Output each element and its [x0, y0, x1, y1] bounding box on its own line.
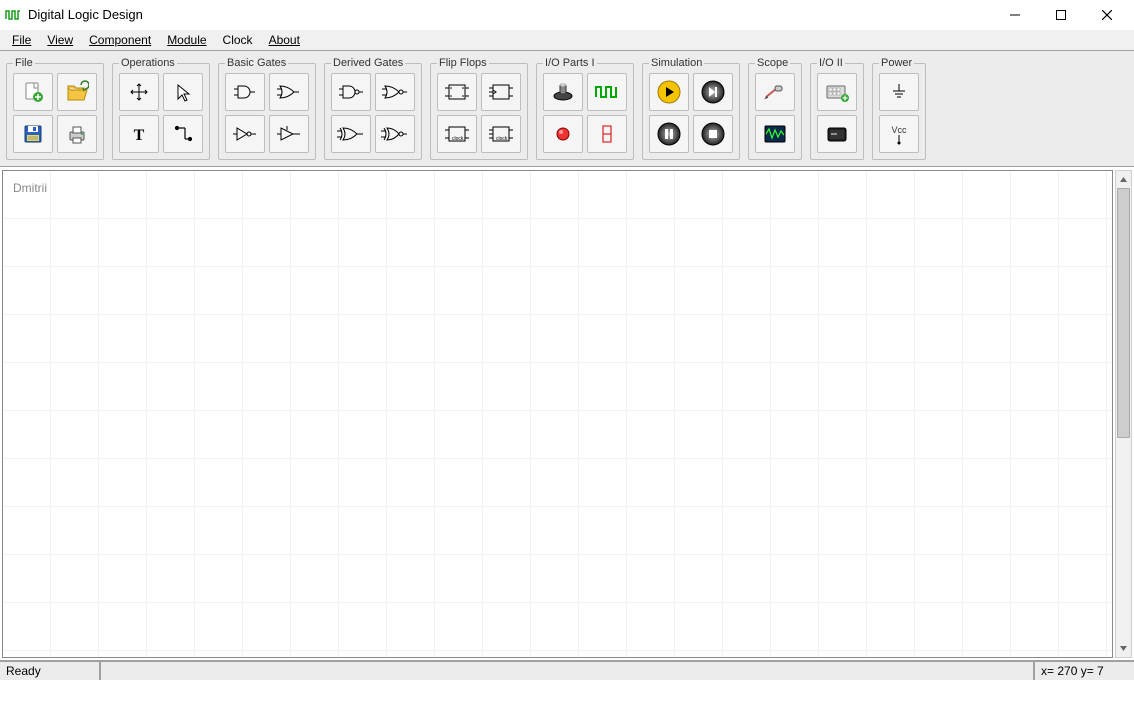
seven-segment-button[interactable]: [587, 115, 627, 153]
group-flip-flops-label: Flip Flops: [437, 57, 489, 69]
design-canvas[interactable]: Dmitrii: [2, 170, 1113, 658]
nor-gate-button[interactable]: [375, 73, 415, 111]
buffer-gate-button[interactable]: [269, 115, 309, 153]
maximize-button[interactable]: [1038, 0, 1084, 30]
led-button[interactable]: [543, 115, 583, 153]
group-scope: Scope: [748, 57, 802, 160]
xnor-gate-button[interactable]: [375, 115, 415, 153]
clock-input-button[interactable]: [587, 73, 627, 111]
group-simulation: Simulation: [642, 57, 740, 160]
or-gate-button[interactable]: [269, 73, 309, 111]
titlebar: Digital Logic Design: [0, 0, 1134, 30]
menu-clock[interactable]: Clock: [215, 31, 261, 49]
menu-view[interactable]: View: [39, 31, 81, 49]
canvas-label: Dmitrii: [13, 181, 47, 195]
print-button[interactable]: [57, 115, 97, 153]
t-flipflop-button[interactable]: clock: [481, 115, 521, 153]
statusbar: Ready x= 270 y= 7: [0, 660, 1134, 680]
group-simulation-label: Simulation: [649, 57, 704, 69]
close-button[interactable]: [1084, 0, 1130, 30]
app-icon: [4, 6, 22, 24]
menu-file[interactable]: File: [4, 31, 39, 49]
group-io2-label: I/O II: [817, 57, 845, 69]
group-io2: I/O II: [810, 57, 864, 160]
toolbar: File Operations T: [0, 51, 1134, 167]
pause-button[interactable]: [649, 115, 689, 153]
status-fill: [100, 661, 1034, 680]
group-flip-flops: Flip Flops clock clock: [430, 57, 528, 160]
group-derived-gates-label: Derived Gates: [331, 57, 405, 69]
step-button[interactable]: [693, 73, 733, 111]
group-scope-label: Scope: [755, 57, 790, 69]
group-derived-gates: Derived Gates: [324, 57, 422, 160]
group-operations: Operations T: [112, 57, 210, 160]
scroll-thumb[interactable]: [1117, 188, 1130, 438]
minimize-button[interactable]: [992, 0, 1038, 30]
switch-button[interactable]: [543, 73, 583, 111]
and-gate-button[interactable]: [225, 73, 265, 111]
menu-component[interactable]: Component: [81, 31, 159, 49]
status-coords: x= 270 y= 7: [1034, 661, 1134, 680]
group-basic-gates: Basic Gates: [218, 57, 316, 160]
wire-tool-button[interactable]: [163, 115, 203, 153]
menubar: File View Component Module Clock About: [0, 30, 1134, 50]
open-file-button[interactable]: [57, 73, 97, 111]
scroll-track[interactable]: [1116, 188, 1131, 640]
group-file-label: File: [13, 57, 35, 69]
group-power: Power Vcc: [872, 57, 926, 160]
ground-button[interactable]: [879, 73, 919, 111]
menu-about[interactable]: About: [261, 31, 308, 49]
move-tool-button[interactable]: [119, 73, 159, 111]
group-power-label: Power: [879, 57, 914, 69]
group-basic-gates-label: Basic Gates: [225, 57, 288, 69]
svg-text:clock: clock: [452, 136, 464, 142]
play-button[interactable]: [649, 73, 689, 111]
group-operations-label: Operations: [119, 57, 177, 69]
group-file: File: [6, 57, 104, 160]
xor-gate-button[interactable]: [331, 115, 371, 153]
scroll-down-arrow[interactable]: [1116, 640, 1131, 657]
app-title: Digital Logic Design: [28, 7, 143, 22]
display-button[interactable]: [817, 115, 857, 153]
probe-button[interactable]: [755, 73, 795, 111]
text-tool-button[interactable]: T: [119, 115, 159, 153]
nand-gate-button[interactable]: [331, 73, 371, 111]
status-ready: Ready: [0, 661, 100, 680]
jk-flipflop-button[interactable]: [481, 73, 521, 111]
group-io1-label: I/O Parts I: [543, 57, 597, 69]
d-flipflop-button[interactable]: clock: [437, 115, 477, 153]
menu-module[interactable]: Module: [159, 31, 214, 49]
scroll-up-arrow[interactable]: [1116, 171, 1131, 188]
new-file-button[interactable]: [13, 73, 53, 111]
oscilloscope-button[interactable]: [755, 115, 795, 153]
group-io1: I/O Parts I: [536, 57, 634, 160]
stop-button[interactable]: [693, 115, 733, 153]
vcc-button[interactable]: Vcc: [879, 115, 919, 153]
vcc-label: Vcc: [891, 125, 906, 135]
keypad-button[interactable]: [817, 73, 857, 111]
sr-flipflop-button[interactable]: [437, 73, 477, 111]
svg-text:clock: clock: [496, 136, 508, 142]
canvas-area: Dmitrii: [0, 167, 1134, 660]
select-tool-button[interactable]: [163, 73, 203, 111]
vertical-scrollbar[interactable]: [1115, 170, 1132, 658]
not-gate-button[interactable]: [225, 115, 265, 153]
save-file-button[interactable]: [13, 115, 53, 153]
svg-text:T: T: [134, 127, 145, 144]
